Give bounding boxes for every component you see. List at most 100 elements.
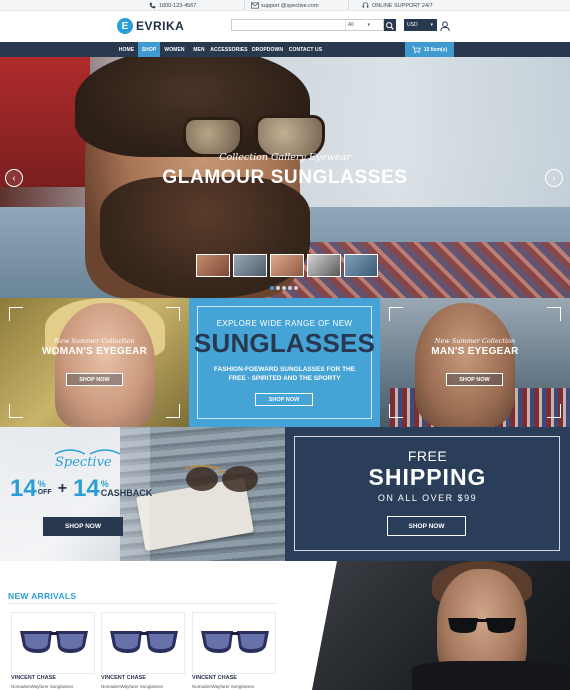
- currency-select[interactable]: USD ▾: [404, 19, 437, 31]
- search-button[interactable]: [384, 19, 396, 31]
- shipping-heading: SHIPPING: [368, 464, 487, 490]
- user-account-button[interactable]: [439, 19, 451, 32]
- phone-number: 1800-123-4567: [159, 2, 197, 9]
- slide-thumbnail[interactable]: [196, 254, 230, 277]
- frame-corner: [389, 404, 403, 418]
- nav-item-accessories[interactable]: ACCESSORIES: [210, 42, 248, 57]
- product-card[interactable]: VINCENT CHASE NomadenWayfarer Sunglasses: [192, 612, 276, 690]
- shop-now-button[interactable]: SHOP NOW: [66, 373, 123, 386]
- frame-corner: [166, 307, 180, 321]
- banner-subtitle: New Summer Collection: [54, 337, 135, 345]
- nav-item-shop[interactable]: SHOP: [138, 42, 160, 57]
- search-category-value: All: [348, 22, 354, 28]
- search-category-select[interactable]: All ▾: [345, 20, 373, 30]
- hero-slider: Collection Gallery Eyewear GLAMOUR SUNGL…: [0, 57, 570, 298]
- aviator-sunglasses: [184, 465, 258, 492]
- slider-dot[interactable]: [282, 286, 286, 290]
- model-jacket: [412, 661, 570, 690]
- product-brand: VINCENT CHASE: [11, 675, 56, 681]
- slider-dot[interactable]: [294, 286, 298, 290]
- nav-item-contact-us[interactable]: CONTACT US: [287, 42, 324, 57]
- model-photo: [55, 303, 155, 427]
- hero-sunglasses-left-lens: [183, 117, 243, 157]
- banner-heading: SUNGLASSES: [193, 328, 376, 358]
- product-card[interactable]: VINCENT CHASE NomadenWayfarer Sunglasses: [101, 612, 185, 690]
- chevron-left-icon: ‹: [12, 172, 16, 184]
- shop-now-button[interactable]: SHOP NOW: [255, 393, 313, 406]
- product-name[interactable]: NomadenWayfarer Sunglasses: [11, 684, 73, 689]
- shipping-condition: ON ALL OVER $99: [377, 493, 478, 503]
- slide-thumbnail[interactable]: [307, 254, 341, 277]
- nav-item-home[interactable]: HOME: [116, 42, 137, 57]
- slide-thumbnail[interactable]: [270, 254, 304, 277]
- logo-text: EVRIKA: [136, 19, 185, 33]
- banner-title: MAN'S EYEGEAR: [431, 346, 519, 357]
- slider-thumbnails: [196, 254, 378, 277]
- frame-corner: [9, 404, 23, 418]
- model-sunglasses: [448, 618, 516, 633]
- offer-label: OFF: [37, 489, 52, 496]
- banner-subtitle: New Summer Collection: [434, 337, 516, 345]
- search-icon: [386, 22, 394, 30]
- chevron-right-icon: ›: [552, 172, 556, 184]
- wayfarer-sunglasses-icon: [110, 631, 178, 653]
- hero-subtitle: Collection Gallery Eyewear: [219, 152, 351, 163]
- banner-free-shipping: FREE SHIPPING ON ALL OVER $99 SHOP NOW: [285, 427, 570, 561]
- slider-next-button[interactable]: ›: [545, 169, 563, 187]
- slider-dot[interactable]: [288, 286, 292, 290]
- currency-value: USD: [407, 22, 418, 28]
- product-brand: VINCENT CHASE: [192, 675, 237, 681]
- phone-icon: [149, 2, 156, 9]
- product-card[interactable]: VINCENT CHASE NomadenWayfarer Sunglasses: [11, 612, 95, 690]
- slider-dot[interactable]: [270, 286, 274, 290]
- email-address: support @spective.com: [261, 2, 319, 9]
- product-brand: VINCENT CHASE: [101, 675, 146, 681]
- divider: [244, 1, 245, 10]
- shop-now-button[interactable]: SHOP NOW: [387, 516, 466, 536]
- phone-contact[interactable]: 1800-123-4567: [149, 0, 196, 11]
- search-input[interactable]: [232, 20, 344, 30]
- user-icon: [440, 21, 450, 32]
- slide-thumbnail[interactable]: [344, 254, 378, 277]
- banner-man: New Summer Collection MAN'S EYEGEAR SHOP…: [380, 298, 570, 427]
- slide-thumbnail[interactable]: [233, 254, 267, 277]
- product-name[interactable]: NomadenWayfarer Sunglasses: [101, 684, 163, 689]
- wayfarer-sunglasses-icon: [20, 631, 88, 653]
- hero-model-beard: [100, 177, 310, 298]
- nav-item-dropdown[interactable]: DROPDOWN: [249, 42, 286, 57]
- offer-percent-sign: %: [37, 479, 46, 489]
- model-photo: [415, 303, 515, 427]
- offer-plus: +: [57, 480, 68, 497]
- frame-corner: [547, 307, 561, 321]
- shop-now-button[interactable]: SHOP NOW: [446, 373, 503, 386]
- slider-prev-button[interactable]: ‹: [5, 169, 23, 187]
- shop-now-button[interactable]: SHOP NOW: [43, 517, 123, 536]
- search-box: All ▾: [231, 19, 384, 31]
- promo-offer: 14 % OFF + 14 % CASHBACK: [10, 477, 152, 501]
- wayfarer-sunglasses-icon: [201, 631, 269, 653]
- logo-mark: E: [117, 18, 133, 34]
- cart-count: 10 Item(s): [423, 46, 448, 53]
- cart-button[interactable]: 10 Item(s): [405, 42, 454, 57]
- cart-icon: [412, 45, 421, 53]
- site-header: E EVRIKA All ▾ USD ▾: [0, 11, 570, 42]
- product-image[interactable]: [11, 612, 95, 674]
- product-image[interactable]: [192, 612, 276, 674]
- product-name[interactable]: NomadenWayfarer Sunglasses: [192, 684, 254, 689]
- headset-icon: [362, 2, 369, 9]
- model-photo-banner: [312, 561, 570, 690]
- frame-corner: [9, 307, 23, 321]
- top-bar: 1800-123-4567 support @spective.com ONLI…: [0, 0, 570, 11]
- nav-item-men[interactable]: MEN: [189, 42, 209, 57]
- cashback-percent: 14: [73, 475, 100, 502]
- nav-item-women[interactable]: WOMEN: [161, 42, 188, 57]
- logo[interactable]: E EVRIKA: [117, 18, 184, 34]
- slider-dot[interactable]: [276, 286, 280, 290]
- email-contact[interactable]: support @spective.com: [251, 0, 319, 11]
- frame-corner: [166, 404, 180, 418]
- shipping-free: FREE: [407, 448, 448, 464]
- banner-sunglasses: EXPLORE WIDE RANGE OF NEW SUNGLASSES FAS…: [189, 298, 380, 427]
- product-image[interactable]: [101, 612, 185, 674]
- banner-tagline: EXPLORE WIDE RANGE OF NEW: [216, 319, 353, 328]
- frame-corner: [389, 307, 403, 321]
